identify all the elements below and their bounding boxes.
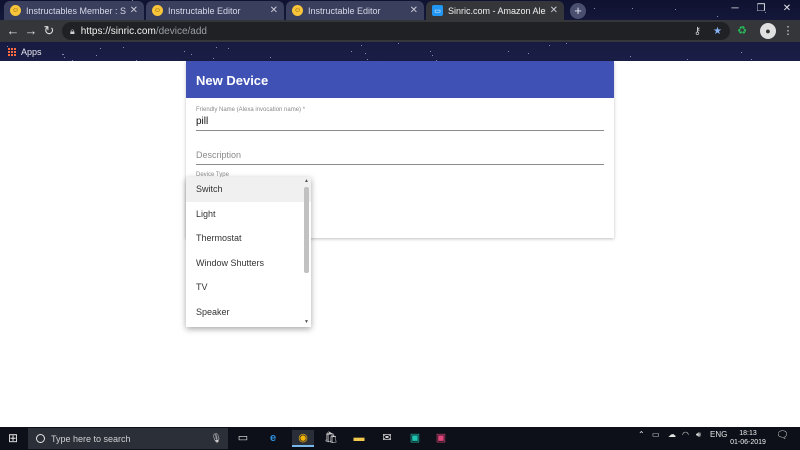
address-bar[interactable]: 🔒︎ https://sinric.com /device/add ⚷ ★ — [62, 22, 730, 40]
lock-icon: 🔒︎ — [70, 25, 75, 36]
friendly-name-label: Friendly Name (Alexa invocation name) * — [196, 107, 306, 113]
taskbar-search[interactable]: Type here to search 🎙︎ — [28, 428, 228, 449]
file-explorer-icon[interactable]: ▬ — [350, 430, 368, 447]
back-button[interactable]: ← — [4, 22, 22, 40]
notification-icon[interactable]: 🗨︎ — [776, 430, 789, 441]
browser-toolbar: ← → ↻ 🔒︎ https://sinric.com /device/add … — [0, 20, 800, 42]
app-icon-teal[interactable]: ▣ — [406, 430, 424, 447]
instructables-icon: ☺ — [152, 5, 163, 16]
windows-taskbar: ⊞ Type here to search 🎙︎ ▭ e ◉ 🛍︎ ▬ ✉ ▣ … — [0, 427, 800, 450]
instructables-icon: ☺ — [292, 5, 303, 16]
option-tv[interactable]: TV — [186, 275, 311, 300]
description-field[interactable]: Description — [196, 150, 604, 165]
search-placeholder: Type here to search — [51, 433, 131, 444]
scroll-up-icon[interactable]: ▲ — [303, 178, 310, 184]
new-tab-button[interactable]: + — [570, 3, 586, 19]
friendly-name-input[interactable]: pill — [196, 116, 604, 127]
option-window-shutters[interactable]: Window Shutters — [186, 251, 311, 276]
language-indicator[interactable]: ENG — [710, 430, 727, 439]
mail-icon[interactable]: ✉ — [378, 430, 396, 447]
option-switch[interactable]: Switch — [186, 177, 311, 202]
bookmarks-bar: Apps — [0, 42, 800, 61]
dropdown-scrollbar[interactable]: ▲ ▼ — [302, 177, 310, 327]
option-thermostat[interactable]: Thermostat — [186, 226, 311, 251]
close-icon[interactable]: ✕ — [410, 5, 418, 16]
chrome-icon[interactable]: ◉ — [292, 430, 314, 447]
extension-icon[interactable]: ♻ — [734, 23, 750, 39]
battery-icon[interactable]: ▭ — [652, 430, 660, 439]
cortana-icon — [36, 434, 45, 443]
tab-title: Instructable Editor — [308, 5, 381, 16]
field-underline — [196, 130, 604, 131]
description-input[interactable]: Description — [196, 150, 604, 160]
scrollbar-thumb[interactable] — [304, 187, 309, 273]
edge-icon[interactable]: e — [264, 430, 282, 447]
apps-grid-icon[interactable] — [8, 47, 16, 56]
store-icon[interactable]: 🛍︎ — [322, 430, 340, 447]
tab-instructables-member[interactable]: ☺ Instructables Member : Sparstill ✕ — [4, 1, 144, 20]
close-icon[interactable]: ✕ — [130, 5, 138, 16]
url-host: https://sinric.com — [80, 25, 156, 37]
profile-avatar[interactable]: ● — [760, 23, 776, 39]
forward-button[interactable]: → — [22, 22, 40, 40]
key-icon[interactable]: ⚷ — [694, 26, 701, 37]
browser-chrome: ☺ Instructables Member : Sparstill ✕ ☺ I… — [0, 0, 800, 61]
tab-strip: ☺ Instructables Member : Sparstill ✕ ☺ I… — [0, 0, 800, 20]
field-underline — [196, 164, 604, 165]
tab-title: Sinric.com - Amazon Alexa Smar — [448, 5, 546, 16]
network-icon[interactable]: ◠ — [682, 430, 689, 439]
menu-kebab-icon[interactable]: ⋮ — [780, 23, 796, 39]
windows-start-icon[interactable]: ⊞ — [4, 430, 22, 447]
volume-icon[interactable]: 🔊︎ — [696, 430, 701, 440]
cloud-icon[interactable]: ☁ — [668, 430, 676, 439]
tab-sinric[interactable]: ▭ Sinric.com - Amazon Alexa Smar ✕ — [426, 1, 564, 20]
reload-button[interactable]: ↻ — [40, 22, 58, 40]
card-title: New Device — [186, 61, 614, 98]
taskbar-clock[interactable]: 18:13 01-06-2019 — [728, 429, 768, 447]
option-speaker[interactable]: Speaker — [186, 300, 311, 325]
app-icon-pink[interactable]: ▣ — [432, 430, 450, 447]
device-type-dropdown[interactable]: Switch Light Thermostat Window Shutters … — [186, 177, 311, 327]
scroll-down-icon[interactable]: ▼ — [303, 319, 310, 325]
tray-chevron-icon[interactable]: ⌃ — [638, 430, 645, 439]
option-light[interactable]: Light — [186, 202, 311, 227]
bookmark-star-icon[interactable]: ★ — [713, 26, 722, 37]
tab-title: Instructable Editor — [168, 5, 241, 16]
apps-bookmark[interactable]: Apps — [21, 47, 42, 57]
window-close-button[interactable]: ✕ — [772, 0, 800, 18]
tab-instructable-editor-1[interactable]: ☺ Instructable Editor ✕ — [146, 1, 284, 20]
friendly-name-field[interactable]: Friendly Name (Alexa invocation name) * … — [196, 107, 604, 131]
clock-time: 18:13 — [739, 430, 757, 437]
tab-instructable-editor-2[interactable]: ☺ Instructable Editor ✕ — [286, 1, 424, 20]
instructables-icon: ☺ — [10, 5, 21, 16]
close-icon[interactable]: ✕ — [270, 5, 278, 16]
sinric-icon: ▭ — [432, 5, 443, 16]
url-path: /device/add — [155, 25, 207, 37]
microphone-icon[interactable]: 🎙︎ — [211, 433, 222, 444]
close-icon[interactable]: ✕ — [550, 5, 558, 16]
clock-date: 01-06-2019 — [730, 439, 766, 446]
task-view-icon[interactable]: ▭ — [234, 430, 252, 447]
tab-title: Instructables Member : Sparstill — [26, 5, 126, 16]
